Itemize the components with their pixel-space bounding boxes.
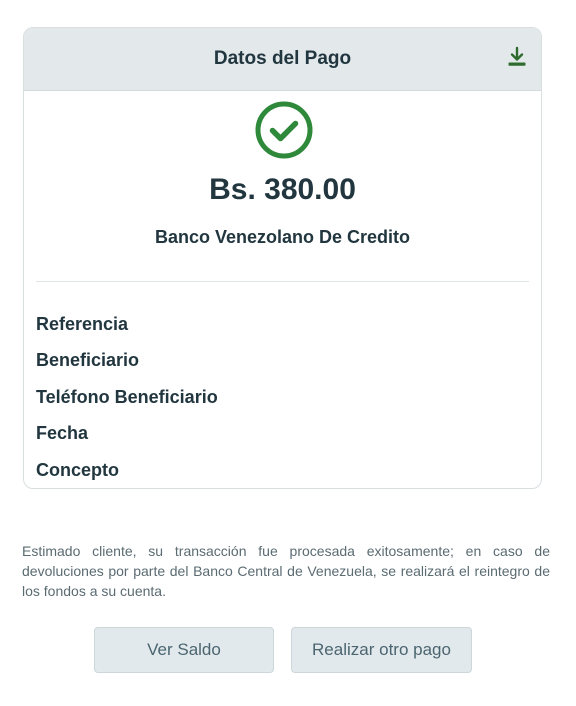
card-title: Datos del Pago <box>213 48 352 69</box>
detail-row-telefono: Teléfono Beneficiario <box>36 379 529 416</box>
detail-row-concepto: Concepto <box>36 452 529 488</box>
details-list: Referencia Beneficiario Teléfono Benefic… <box>36 306 529 488</box>
check-circle-icon <box>254 100 314 160</box>
transaction-notice: Estimado cliente, su transacción fue pro… <box>22 543 550 599</box>
detail-label: Concepto <box>36 459 119 480</box>
payment-amount: Bs. 380.00 <box>209 173 356 206</box>
detail-label: Teléfono Beneficiario <box>36 386 218 407</box>
ver-saldo-button[interactable]: Ver Saldo <box>94 627 274 673</box>
detail-label: Referencia <box>36 313 129 334</box>
detail-row-referencia: Referencia <box>36 306 529 343</box>
detail-label: Beneficiario <box>36 350 140 371</box>
detail-row-beneficiario: Beneficiario <box>36 343 529 380</box>
detail-label: Fecha <box>36 423 89 444</box>
payment-details-card: Datos del Pago Bs. 380.00 Banco Venezola… <box>23 27 542 489</box>
download-icon[interactable] <box>505 45 529 69</box>
bank-name: Banco Venezolano De Credito <box>154 227 411 247</box>
realizar-otro-pago-button[interactable]: Realizar otro pago <box>291 627 472 673</box>
card-header: Datos del Pago <box>24 28 541 91</box>
divider <box>36 281 529 282</box>
detail-row-fecha: Fecha <box>36 416 529 453</box>
